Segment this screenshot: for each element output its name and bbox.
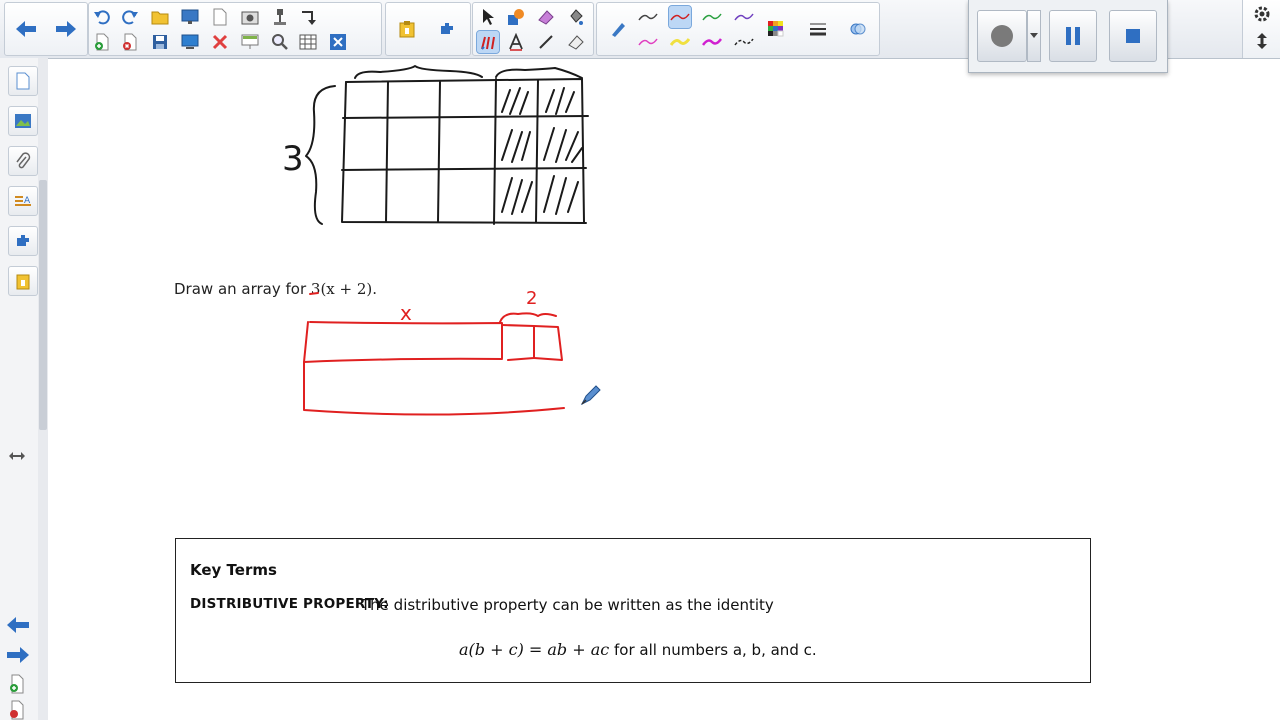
gallery-group bbox=[385, 2, 471, 56]
undo-icon[interactable] bbox=[91, 6, 113, 28]
line-style-icon[interactable] bbox=[807, 18, 829, 40]
table-icon[interactable] bbox=[297, 31, 319, 53]
width-label-x: x bbox=[400, 301, 412, 325]
prompt-text: Draw an array for bbox=[174, 280, 311, 298]
gear-icon[interactable] bbox=[1251, 3, 1273, 25]
key-terms-title: Key Terms bbox=[190, 561, 277, 579]
pen-style-red-icon[interactable] bbox=[668, 5, 692, 29]
pen-style-dark-icon[interactable] bbox=[637, 6, 659, 28]
pen-style-purple-icon[interactable] bbox=[733, 6, 755, 28]
shapes-icon[interactable] bbox=[505, 6, 527, 28]
add-page-icon[interactable] bbox=[91, 31, 113, 53]
pen-style-yellow-icon[interactable] bbox=[669, 31, 691, 53]
forward-arrow-icon[interactable] bbox=[53, 16, 79, 42]
gallery-icon[interactable] bbox=[394, 16, 420, 42]
back-arrow-icon[interactable] bbox=[13, 16, 39, 42]
redo-icon[interactable] bbox=[119, 6, 141, 28]
save-icon[interactable] bbox=[149, 31, 171, 53]
top-array-drawing: 3 bbox=[282, 65, 589, 225]
delete-page-icon[interactable] bbox=[119, 31, 141, 53]
magic-eraser-icon[interactable] bbox=[565, 31, 587, 53]
display-icon[interactable] bbox=[179, 31, 201, 53]
record-dropdown[interactable] bbox=[1027, 10, 1041, 62]
pen-style-green-icon[interactable] bbox=[701, 6, 723, 28]
color-palette-icon[interactable] bbox=[765, 18, 787, 40]
eraser-icon[interactable] bbox=[535, 6, 557, 28]
chevron-down-icon bbox=[1030, 33, 1038, 38]
pen-style-pink-icon[interactable] bbox=[637, 31, 659, 53]
page-sorter-icon[interactable] bbox=[8, 66, 38, 96]
record-button[interactable] bbox=[977, 10, 1027, 62]
pen-icon[interactable] bbox=[476, 30, 500, 54]
navigation-group bbox=[4, 2, 88, 56]
top-array-label: 3 bbox=[282, 139, 304, 179]
screen-icon[interactable] bbox=[239, 31, 261, 53]
sidebar-back-arrow-icon[interactable] bbox=[6, 616, 30, 639]
properties-tab-icon[interactable]: A bbox=[8, 186, 38, 216]
document-camera-icon[interactable] bbox=[269, 6, 291, 28]
page-icon[interactable] bbox=[209, 6, 231, 28]
attachments-icon[interactable] bbox=[8, 146, 38, 176]
close-box-icon[interactable] bbox=[327, 31, 349, 53]
creative-pen-icon[interactable] bbox=[605, 16, 631, 42]
sidebar-forward-arrow-icon[interactable] bbox=[6, 646, 30, 669]
pen-cursor-icon bbox=[580, 385, 601, 406]
part-label-2: 2 bbox=[526, 288, 537, 309]
addons-tab-icon[interactable] bbox=[8, 226, 38, 256]
delete-icon[interactable] bbox=[209, 31, 231, 53]
distributive-formula: a(b + c) = ab + ac for all numbers a, b,… bbox=[459, 640, 817, 659]
tools-group bbox=[472, 2, 594, 56]
pen-style-dashed-icon[interactable] bbox=[733, 31, 755, 53]
addons-icon[interactable] bbox=[434, 16, 460, 42]
screen-shade-icon[interactable] bbox=[179, 6, 201, 28]
stop-button[interactable] bbox=[1109, 10, 1157, 62]
pen-style-magenta-icon[interactable] bbox=[701, 31, 723, 53]
select-icon[interactable] bbox=[477, 6, 499, 28]
key-term-definition: The distributive property can be written… bbox=[361, 596, 774, 614]
sidebar-scrollbar-thumb[interactable] bbox=[39, 180, 47, 430]
capture-icon[interactable] bbox=[239, 6, 261, 28]
red-array-drawing: x 2 bbox=[303, 288, 565, 416]
formula-suffix: for all numbers a, b, and c. bbox=[609, 641, 817, 659]
text-icon[interactable] bbox=[505, 31, 527, 53]
toolbar-position-icon[interactable] bbox=[1251, 30, 1273, 52]
sidebar-add-page-icon[interactable] bbox=[8, 674, 26, 699]
fill-icon[interactable] bbox=[565, 6, 587, 28]
pen-styles-group bbox=[596, 2, 880, 56]
magnifier-icon[interactable] bbox=[269, 31, 291, 53]
line-icon[interactable] bbox=[535, 31, 557, 53]
pause-button[interactable] bbox=[1049, 10, 1097, 62]
settings-panel bbox=[1242, 0, 1280, 58]
properties-icon[interactable] bbox=[847, 18, 869, 40]
rotate-icon[interactable] bbox=[297, 6, 319, 28]
file-group bbox=[88, 2, 382, 56]
recorder-window bbox=[968, 0, 1168, 73]
gallery-tab-icon[interactable] bbox=[8, 106, 38, 136]
open-folder-icon[interactable] bbox=[149, 6, 171, 28]
key-terms-box: Key Terms DISTRIBUTIVE PROPERTY: The dis… bbox=[175, 538, 1091, 683]
formula-expression: a(b + c) = ab + ac bbox=[459, 640, 610, 659]
key-term-name: DISTRIBUTIVE PROPERTY: bbox=[190, 596, 389, 612]
sidebar-resize-handle[interactable] bbox=[8, 448, 26, 466]
sidebar-delete-page-icon[interactable] bbox=[8, 700, 26, 725]
lesson-activity-icon[interactable] bbox=[8, 266, 38, 296]
svg-text:A: A bbox=[24, 196, 31, 206]
